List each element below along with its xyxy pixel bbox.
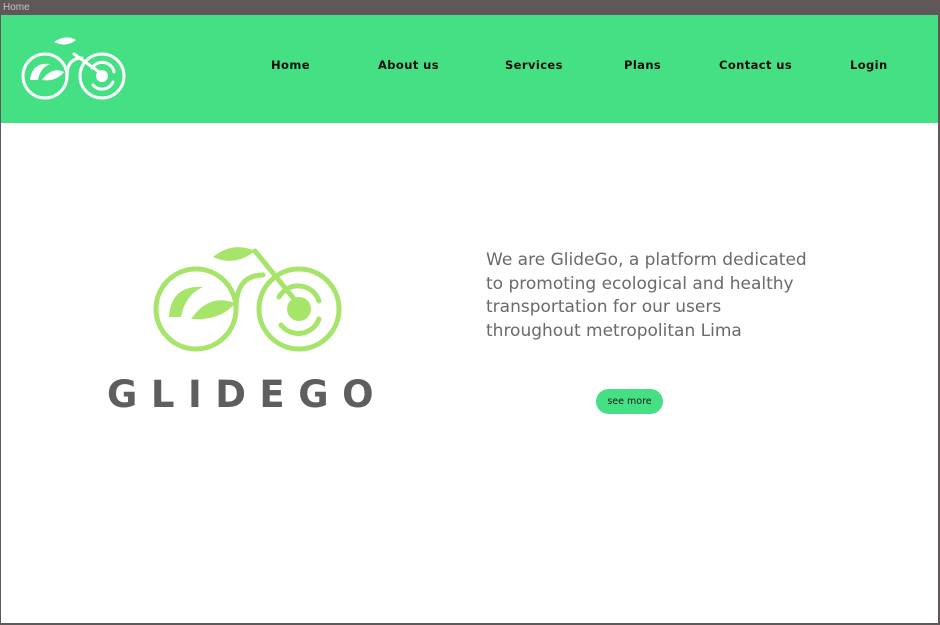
nav-plans[interactable]: Plans — [624, 58, 661, 72]
hero-logo-icon — [153, 247, 342, 352]
nav-contact-us[interactable]: Contact us — [719, 58, 792, 72]
brand-wordmark: GLIDEGO — [107, 373, 388, 416]
nav-login[interactable]: Login — [850, 58, 888, 72]
nav-services[interactable]: Services — [505, 58, 563, 72]
nav-about-us[interactable]: About us — [378, 58, 439, 72]
window-title: Home — [0, 0, 940, 15]
main-nav: Home About us Services Plans Contact us … — [1, 15, 938, 123]
site-header: Home About us Services Plans Contact us … — [1, 15, 938, 123]
see-more-button[interactable]: see more — [596, 389, 663, 414]
nav-home[interactable]: Home — [271, 58, 310, 72]
page: Home About us Services Plans Contact us … — [1, 15, 938, 623]
hero-tagline: We are GlideGo, a platform dedicated to … — [486, 250, 807, 341]
